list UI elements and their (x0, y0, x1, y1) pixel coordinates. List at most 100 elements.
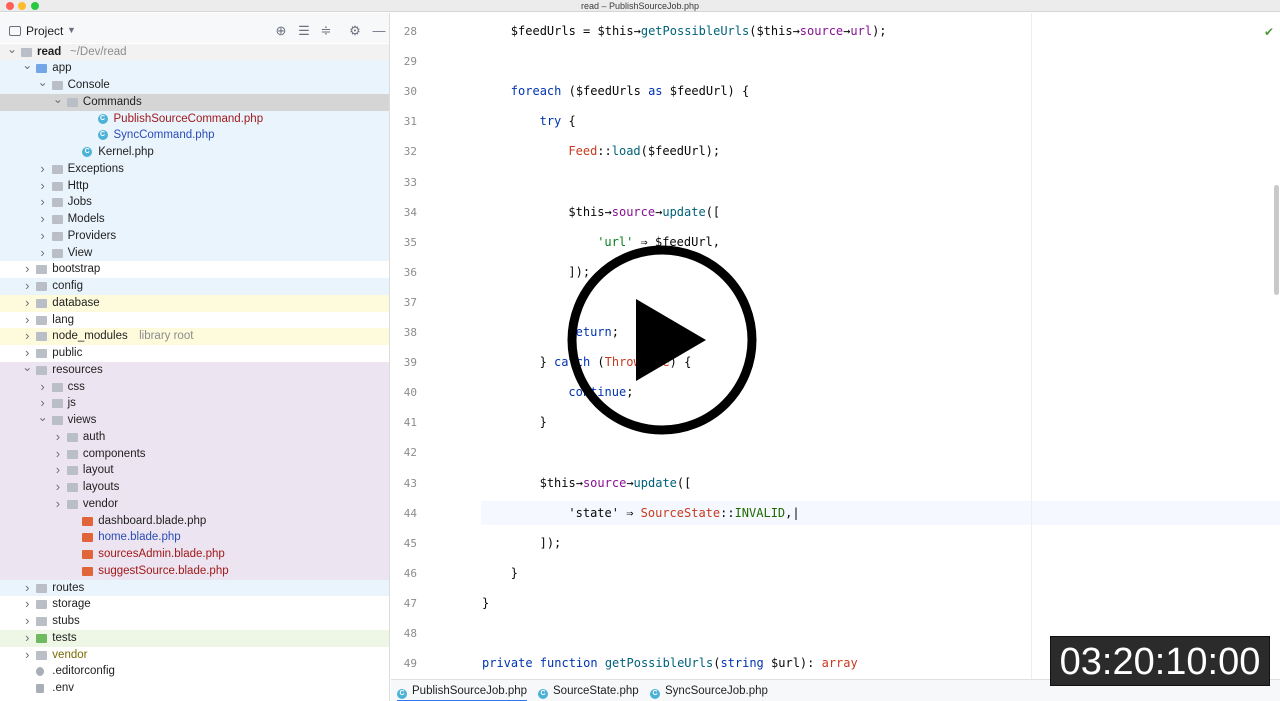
chevron-right-icon[interactable]: › (22, 312, 32, 328)
tree-item-label: dashboard.blade.php (98, 514, 207, 527)
chevron-down-icon[interactable]: ⌄ (53, 93, 63, 105)
tree-item-label: read (37, 45, 62, 58)
gear-icon[interactable]: ⚙ (347, 23, 363, 39)
tree-item-label: database (52, 296, 100, 309)
chevron-right-icon[interactable]: › (38, 161, 48, 177)
chevron-right-icon[interactable]: › (38, 245, 48, 261)
php-class-icon: C (397, 689, 407, 699)
tree-item-label: Providers (67, 229, 117, 242)
line-number: 32 (403, 145, 417, 159)
chevron-right-icon[interactable]: › (22, 261, 32, 277)
tree-item[interactable]: › layouts (0, 479, 389, 496)
folder-icon (66, 432, 78, 442)
expand-all-icon[interactable]: ☰ (296, 23, 312, 39)
tree-item[interactable]: home.blade.php (0, 529, 389, 546)
folder-icon (36, 600, 48, 610)
tree-item[interactable]: › public (0, 345, 389, 362)
tree-item[interactable]: › bootstrap (0, 261, 389, 278)
tree-item[interactable]: › storage (0, 596, 389, 613)
chevron-right-icon[interactable]: › (22, 328, 32, 344)
tree-item[interactable]: ⌄ app (0, 59, 389, 77)
chevron-down-icon[interactable]: ⌄ (38, 76, 48, 88)
tree-item[interactable]: ⌄ views (0, 411, 389, 429)
chevron-right-icon[interactable]: › (38, 178, 48, 194)
tree-item[interactable]: suggestSource.blade.php (0, 562, 389, 580)
code-token: → (626, 475, 634, 490)
chevron-right-icon[interactable]: › (53, 429, 63, 445)
tree-item[interactable]: C Kernel.php (0, 144, 389, 161)
hide-panel-icon[interactable]: — (371, 23, 387, 39)
chevron-right-icon[interactable]: › (53, 462, 63, 478)
chevron-right-icon[interactable]: › (22, 596, 32, 612)
tree-item[interactable]: › css (0, 378, 389, 396)
chevron-right-icon[interactable]: › (38, 194, 48, 210)
tree-item-label: components (82, 447, 146, 460)
tree-item[interactable]: C SyncCommand.php (0, 127, 389, 144)
chevron-right-icon[interactable]: › (38, 395, 48, 411)
chevron-right-icon[interactable]: › (38, 228, 48, 244)
chevron-right-icon[interactable]: › (22, 278, 32, 294)
code-token: $url): (763, 656, 822, 671)
editor-tab[interactable]: C SourceState.php (538, 680, 639, 701)
tree-item[interactable]: .env (0, 680, 389, 697)
tree-item[interactable]: .editorconfig (0, 663, 389, 680)
project-panel-title[interactable]: Project (26, 24, 63, 38)
chevron-right-icon[interactable]: › (22, 295, 32, 311)
tree-item[interactable]: ⌄ Commands (0, 93, 389, 111)
chevron-down-icon[interactable]: ▼ (67, 25, 76, 35)
tree-item[interactable]: › View (0, 244, 389, 262)
tree-item[interactable]: › Exceptions (0, 160, 389, 178)
tree-item[interactable]: › vendor (0, 495, 389, 513)
locate-file-icon[interactable]: ⊕ (273, 23, 289, 39)
chevron-right-icon[interactable]: › (22, 630, 32, 646)
folder-icon (51, 416, 63, 425)
tree-item[interactable]: › js (0, 395, 389, 412)
tree-item-label: bootstrap (52, 263, 101, 276)
tree-item[interactable]: › config (0, 278, 389, 295)
collapse-all-icon[interactable]: ≑ (318, 23, 334, 39)
chevron-right-icon[interactable]: › (38, 211, 48, 227)
tree-item[interactable]: C PublishSourceCommand.php (0, 110, 389, 128)
chevron-down-icon[interactable]: ⌄ (7, 43, 17, 55)
tree-item[interactable]: › auth (0, 428, 389, 446)
tree-item[interactable]: › stubs (0, 613, 389, 630)
chevron-right-icon[interactable]: › (22, 647, 32, 663)
chevron-right-icon[interactable]: › (22, 580, 32, 596)
chevron-down-icon[interactable]: ⌄ (22, 59, 32, 71)
chevron-down-icon[interactable]: ⌄ (38, 411, 48, 423)
tree-item[interactable]: › database (0, 294, 389, 312)
chevron-right-icon[interactable]: › (53, 446, 63, 462)
tree-item[interactable]: › Jobs (0, 194, 389, 211)
no-problems-check-icon[interactable]: ✔ (1264, 25, 1274, 39)
tree-item[interactable]: › tests (0, 629, 389, 647)
tree-item[interactable]: › routes (0, 579, 389, 597)
play-icon[interactable] (566, 244, 758, 436)
tree-item[interactable]: › lang (0, 311, 389, 329)
chevron-right-icon[interactable]: › (38, 379, 48, 395)
folder-icon (51, 198, 63, 208)
tree-item[interactable]: › Providers (0, 227, 389, 245)
tree-item[interactable]: › layout (0, 462, 389, 479)
chevron-right-icon[interactable]: › (53, 479, 63, 495)
code-editor[interactable]: 28 29 30 31 32 33 34 35 36 37 38 39 40 41 42 43 44 45 46 47… (391, 13, 1280, 679)
tree-item[interactable]: ⌄ resources (0, 361, 389, 379)
tree-item[interactable]: › Http (0, 177, 389, 195)
folder-icon (36, 617, 48, 626)
editor-tab[interactable]: C SyncSourceJob.php (650, 680, 768, 701)
tree-item[interactable]: sourcesAdmin.blade.php (0, 546, 389, 563)
chevron-right-icon[interactable]: › (22, 613, 32, 629)
tree-item-label: .env (52, 682, 75, 694)
editor-scrollbar[interactable] (1274, 185, 1279, 295)
tree-item[interactable]: ⌄ read ~/Dev/read (0, 43, 389, 61)
line-number: 33 (403, 175, 417, 189)
code-token: INVALID (734, 505, 786, 520)
tree-item[interactable]: › components (0, 445, 389, 463)
tree-item[interactable]: › node_modules library root (0, 328, 389, 345)
chevron-right-icon[interactable]: › (53, 496, 63, 512)
chevron-down-icon[interactable]: ⌄ (22, 361, 32, 373)
tree-item[interactable]: › Models (0, 211, 389, 228)
tree-item[interactable]: › vendor (0, 646, 389, 664)
tree-item[interactable]: dashboard.blade.php (0, 512, 389, 530)
editor-tab[interactable]: C PublishSourceJob.php (397, 680, 528, 701)
chevron-right-icon[interactable]: › (22, 345, 32, 361)
